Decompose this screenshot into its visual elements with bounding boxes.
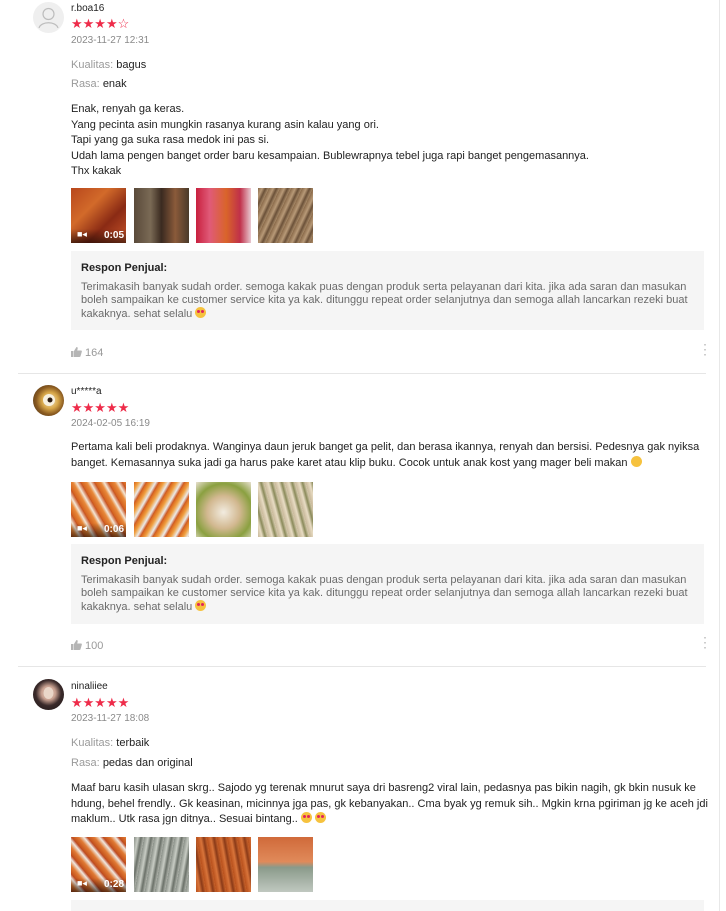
quality-label: Kualitas: [71, 59, 114, 71]
video-camera-icon: ■◂ [77, 878, 87, 888]
thumb-up-icon [71, 347, 82, 357]
review-text-line: Thx kakak [71, 165, 122, 177]
heart-eyes-emoji [314, 812, 326, 823]
video-duration: 0:28 [103, 879, 124, 890]
review-divider [18, 666, 706, 667]
like-count: 164 [85, 347, 104, 359]
quality-value: bagus [116, 59, 147, 71]
page-divider-line [719, 0, 720, 911]
more-vertical-icon[interactable]: ⋮ [698, 635, 712, 649]
review-text-body: Pertama kali beli prodaknya. Wanginya da… [71, 441, 700, 469]
photo-thumbnail[interactable] [258, 188, 313, 243]
filled-stars: ★★★★ [71, 16, 118, 31]
thumb-up-icon [71, 640, 82, 650]
video-thumbnail[interactable]: ■◂ 0:05 [71, 188, 126, 243]
empty-star: ☆ [117, 16, 130, 31]
photo-thumbnail[interactable] [258, 837, 313, 892]
avatar[interactable] [33, 385, 64, 416]
seller-response [71, 900, 704, 911]
seller-response-text: Terimakasih banyak sudah order. semoga k… [81, 574, 696, 614]
seller-response-text: Terimakasih banyak sudah order. semoga k… [81, 281, 696, 321]
photo-thumbnail[interactable] [258, 482, 313, 537]
review-text-line: Yang pecinta asin mungkin rasanya kurang… [71, 118, 379, 131]
like-count: 100 [85, 640, 104, 652]
seller-response: Respon Penjual: Terimakasih banyak sudah… [71, 544, 704, 624]
review-text-line: Enak, renyah ga keras. [71, 103, 185, 115]
star-rating: ★★★★☆ [71, 17, 129, 30]
photo-thumbnail[interactable] [134, 482, 189, 537]
avatar[interactable] [33, 679, 64, 710]
quality-value: terbaik [116, 737, 150, 749]
avatar-image [43, 394, 55, 406]
seller-response-title: Respon Penjual: [81, 262, 168, 274]
review-date: 2024-02-05 16:19 [71, 418, 150, 429]
review-text-line: Tapi yang ga suka rasa medok ini pas si. [71, 134, 270, 146]
review-text: Enak, renyah ga keras. Yang pecinta asin… [71, 102, 711, 180]
photo-thumbnail[interactable] [196, 188, 251, 243]
heart-eyes-emoji [300, 812, 312, 823]
quality-field: Kualitas: terbaik [71, 737, 149, 749]
star-rating: ★★★★★ [71, 400, 130, 415]
seller-response-body: Terimakasih banyak sudah order. semoga k… [81, 281, 688, 320]
video-camera-icon: ■◂ [77, 523, 87, 533]
photo-thumbnail[interactable] [134, 188, 189, 243]
video-duration: 0:06 [103, 524, 124, 535]
smiling-face-hearts-emoji [195, 600, 207, 611]
default-avatar-icon [38, 7, 59, 29]
taste-value: pedas dan original [102, 757, 193, 769]
video-duration: 0:05 [103, 230, 124, 241]
video-thumbnail[interactable]: ■◂ 0:28 [71, 837, 126, 892]
review-text: Maaf baru kasih ulasan skrg.. Sajodo yg … [71, 781, 711, 828]
photo-thumbnail[interactable] [134, 837, 189, 892]
like-button[interactable]: 100 [71, 640, 103, 652]
quality-label: Kualitas: [71, 737, 114, 749]
star-rating: ★★★★★ [71, 695, 130, 710]
taste-label: Rasa: [71, 757, 100, 769]
avatar[interactable] [33, 2, 64, 33]
username: ninaliiee [71, 681, 108, 692]
seller-response-title: Respon Penjual: [81, 555, 168, 567]
review-item: ninaliiee ★★★★★ 2023-11-27 18:08 Kualita… [18, 679, 708, 911]
review-item: r.boa16 ★★★★☆ 2023-11-27 12:31 Kualitas:… [18, 0, 712, 374]
taste-field: Rasa: enak [71, 78, 127, 90]
more-vertical-icon[interactable]: ⋮ [698, 342, 712, 356]
taste-value: enak [102, 78, 127, 90]
review-item: u*****a ★★★★★ 2024-02-05 16:19 Pertama k… [18, 385, 712, 667]
seller-response-body: Terimakasih banyak sudah order. semoga k… [81, 574, 688, 613]
review-date: 2023-11-27 18:08 [71, 713, 150, 724]
taste-field: Rasa: pedas dan original [71, 757, 193, 769]
username: r.boa16 [71, 3, 105, 14]
seller-response: Respon Penjual: Terimakasih banyak sudah… [71, 251, 704, 330]
avatar-image [43, 687, 54, 699]
review-text: Pertama kali beli prodaknya. Wanginya da… [71, 440, 711, 471]
quality-field: Kualitas: bagus [71, 59, 146, 71]
smiling-face-hearts-emoji [195, 307, 207, 318]
grinning-sweat-emoji [630, 455, 642, 467]
review-divider [18, 373, 706, 374]
review-text-body: Maaf baru kasih ulasan skrg.. Sajodo yg … [71, 782, 708, 825]
review-text-line: Udah lama pengen banget order baru kesam… [71, 149, 589, 162]
video-thumbnail[interactable]: ■◂ 0:06 [71, 482, 126, 537]
photo-thumbnail[interactable] [196, 837, 251, 892]
video-camera-icon: ■◂ [77, 229, 87, 239]
photo-thumbnail[interactable] [196, 482, 251, 537]
like-button[interactable]: 164 [71, 347, 103, 359]
taste-label: Rasa: [71, 78, 100, 90]
username: u*****a [71, 386, 102, 397]
review-date: 2023-11-27 12:31 [71, 35, 150, 46]
